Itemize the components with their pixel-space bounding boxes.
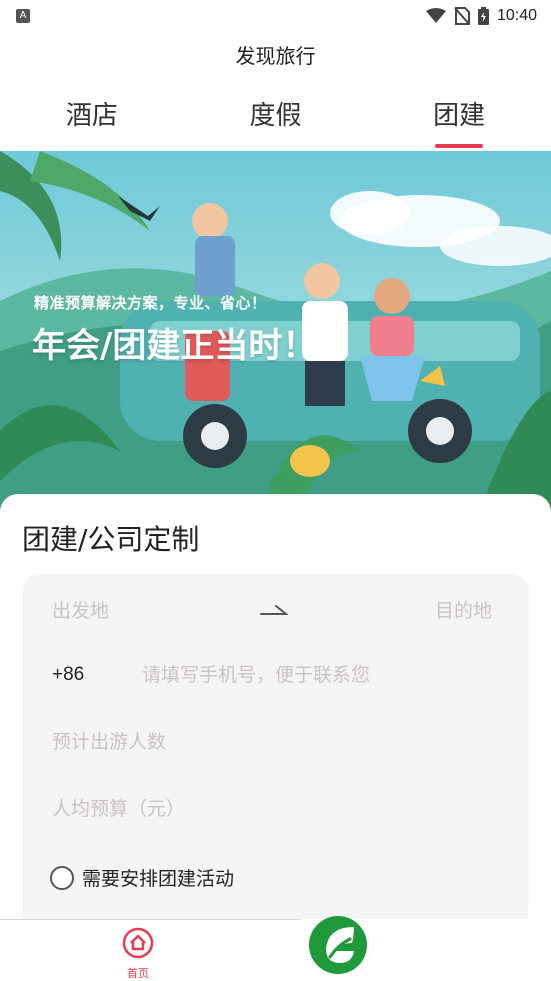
budget-input[interactable]	[52, 798, 452, 820]
home-icon	[122, 927, 154, 959]
bottom-nav: 首页	[0, 916, 551, 981]
route-row: 出发地 目的地	[52, 596, 492, 626]
active-tab-indicator	[435, 144, 484, 148]
arrow-right-icon	[260, 605, 288, 615]
country-code[interactable]: +86	[52, 664, 84, 686]
nav-divider	[0, 919, 301, 920]
tab-label: 酒店	[65, 101, 118, 131]
departure-field[interactable]: 出发地	[52, 596, 109, 623]
promo-banner[interactable]: 精准预算解决方案，专业、省心！ 年会/团建正当时！	[0, 151, 551, 511]
status-bar: A 10:40	[0, 0, 551, 32]
nav-home-button[interactable]: 首页	[108, 925, 168, 981]
page-title: 发现旅行	[235, 44, 316, 68]
banner-headline: 年会/团建正当时！	[32, 326, 317, 366]
form-card: 出发地 目的地 +86 需要安排团建活动	[22, 574, 529, 934]
leaf-logo-icon	[309, 916, 367, 974]
nav-home-label: 首页	[127, 967, 149, 980]
tab-hotel[interactable]: 酒店	[0, 95, 184, 151]
clock: 10:40	[496, 7, 537, 24]
activity-option[interactable]: 需要安排团建活动	[50, 864, 234, 891]
form-title: 团建/公司定制	[22, 523, 200, 556]
tab-team-building[interactable]: 团建	[367, 95, 551, 151]
tab-vacation[interactable]: 度假	[184, 95, 368, 151]
notification-icon: A	[16, 9, 30, 23]
banner-subtitle: 精准预算解决方案，专业、省心！	[34, 294, 267, 312]
no-sim-icon	[454, 7, 470, 25]
tab-label: 度假	[249, 101, 302, 131]
phone-input[interactable]	[142, 664, 462, 686]
activity-option-label: 需要安排团建活动	[82, 868, 235, 890]
people-count-input[interactable]	[52, 731, 452, 753]
tab-bar: 酒店 度假 团建	[0, 95, 551, 151]
wifi-icon	[425, 8, 446, 23]
custom-order-sheet: 团建/公司定制 出发地 目的地 +86 需要安排团建活动	[0, 494, 551, 934]
battery-charging-icon	[477, 7, 489, 25]
tab-label: 团建	[433, 101, 486, 131]
destination-field[interactable]: 目的地	[435, 596, 492, 623]
radio-button[interactable]	[50, 865, 74, 890]
center-action-button[interactable]	[306, 913, 370, 977]
